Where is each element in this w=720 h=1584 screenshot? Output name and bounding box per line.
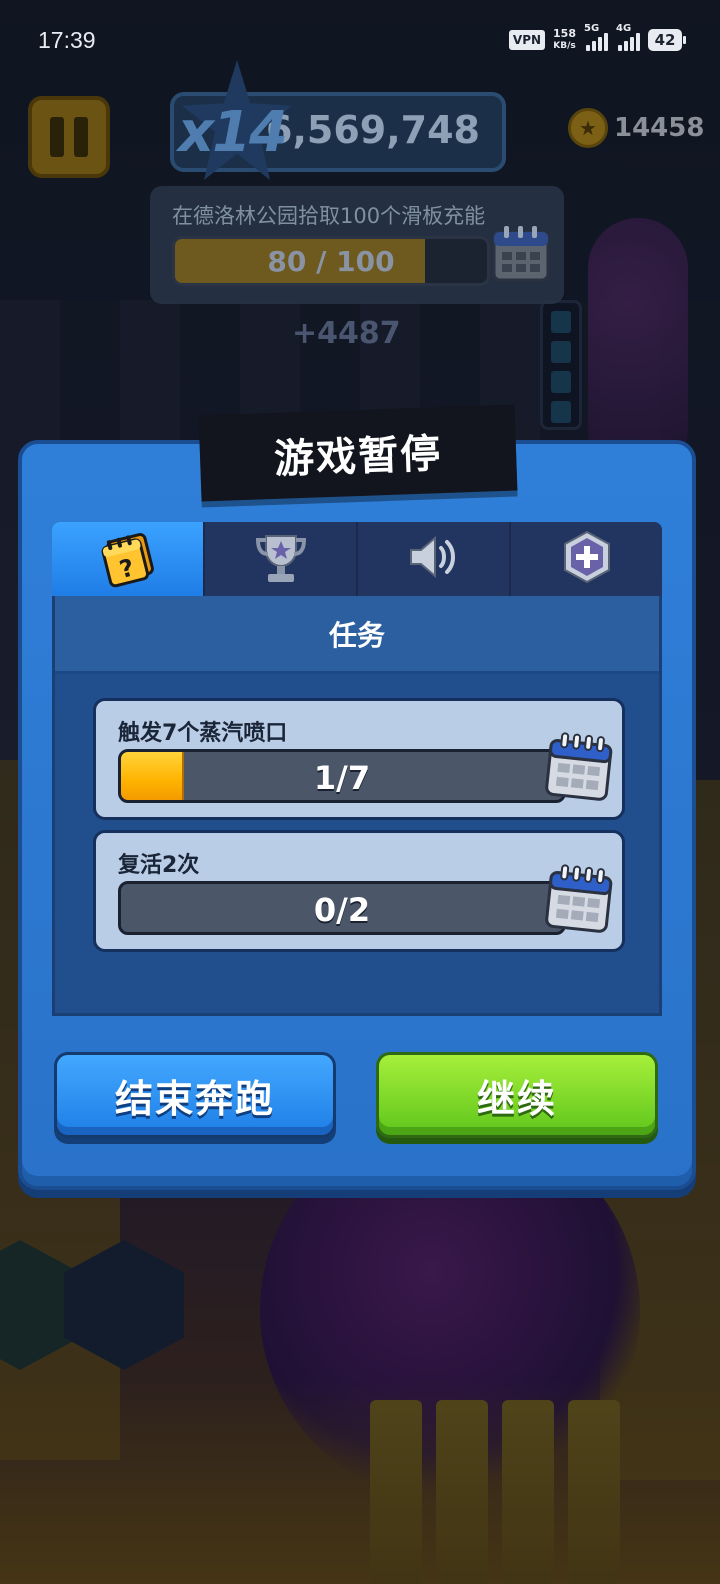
clock: 17:39 xyxy=(38,26,96,53)
coin-counter: ★ 14458 xyxy=(568,108,704,148)
pause-tabs: ? xyxy=(52,522,662,596)
multiplier-value: x14 xyxy=(177,100,288,165)
vpn-icon: VPN xyxy=(508,30,546,50)
mission-cards-icon: ? xyxy=(97,526,159,592)
pause-title: 游戏暂停 xyxy=(273,431,443,483)
network-speed-unit: KB/s xyxy=(553,41,576,51)
network-speed-value: 158 xyxy=(553,27,576,40)
signal-4g-label: 4G xyxy=(616,23,632,34)
tab-trophies[interactable] xyxy=(205,522,358,596)
tab-extras[interactable] xyxy=(511,522,662,596)
mission-progress-bar: 0/2 xyxy=(118,881,566,935)
plus-hexagon-icon xyxy=(556,526,618,592)
continue-button[interactable]: 继续 xyxy=(376,1052,658,1138)
hud-mission-bar: 80 / 100 xyxy=(172,236,490,286)
calendar-icon xyxy=(544,863,614,939)
calendar-icon xyxy=(544,731,614,807)
coin-count: 14458 xyxy=(614,113,705,143)
mission-label: 复活2次 xyxy=(118,853,200,878)
mission-progress-text: 0/2 xyxy=(313,891,371,929)
system-status-bar: 17:39 VPN 158 KB/s 5G 4G 42 xyxy=(0,0,720,80)
speaker-icon xyxy=(403,526,465,592)
network-speed: 158 KB/s xyxy=(553,28,576,52)
coin-icon: ★ xyxy=(568,108,608,148)
tab-missions[interactable]: ? xyxy=(52,522,205,596)
mission-label: 触发7个蒸汽喷口 xyxy=(118,721,288,746)
hud-mission-text: 在德洛林公园拾取100个滑板充能 xyxy=(172,204,486,228)
pause-button[interactable] xyxy=(28,96,110,178)
section-title: 任务 xyxy=(328,618,385,652)
pause-title-banner: 游戏暂停 xyxy=(198,404,518,502)
bonus-points: +4487 xyxy=(292,316,401,351)
battery-icon: 42 xyxy=(648,29,686,51)
hud-mission-tracker: 在德洛林公园拾取100个滑板充能 80 / 100 xyxy=(150,186,564,304)
section-header: 任务 xyxy=(55,596,659,674)
calendar-icon xyxy=(490,222,552,290)
tab-sound[interactable] xyxy=(358,522,511,596)
hud-mission-progress: 80 / 100 xyxy=(267,245,395,278)
missions-content: 任务 触发7个蒸汽喷口 1/7 复活2次 0/2 xyxy=(52,596,662,1016)
mission-progress-bar: 1/7 xyxy=(118,749,566,803)
end-run-button[interactable]: 结束奔跑 xyxy=(54,1052,336,1138)
signal-5g-icon: 5G xyxy=(584,23,608,51)
mission-progress-text: 1/7 xyxy=(313,759,371,797)
mission-card: 复活2次 0/2 xyxy=(93,830,625,952)
signal-4g-icon: 4G xyxy=(616,23,640,51)
trophy-icon xyxy=(250,526,312,592)
mission-card: 触发7个蒸汽喷口 1/7 xyxy=(93,698,625,820)
battery-level: 42 xyxy=(654,31,676,49)
signal-5g-label: 5G xyxy=(584,23,600,34)
